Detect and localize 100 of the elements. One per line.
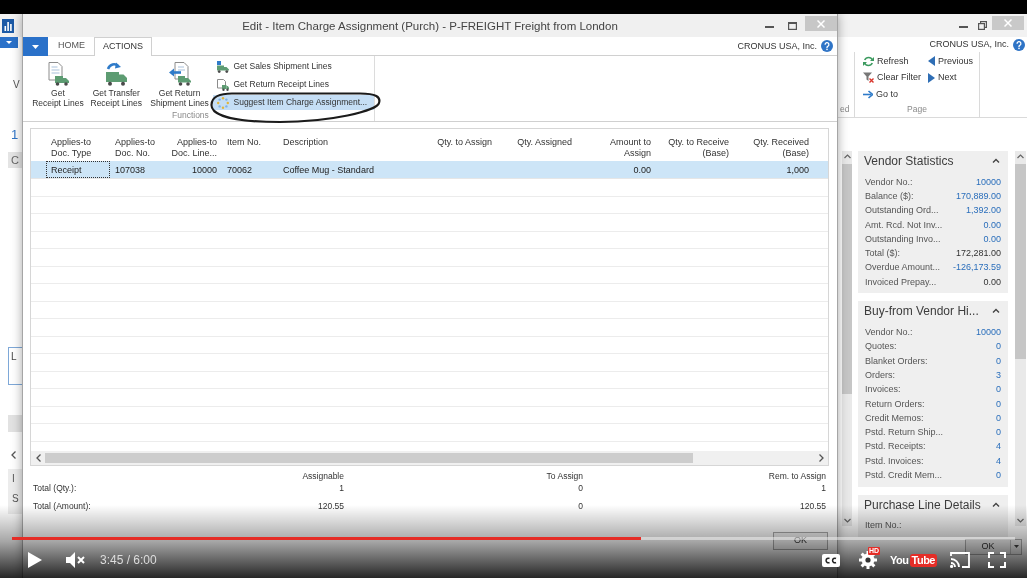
- ribbon-action[interactable]: Clear Filter: [863, 69, 921, 86]
- scrollbar-thumb[interactable]: [45, 453, 693, 463]
- app-logo-icon[interactable]: [2, 18, 14, 33]
- scrollbar-thumb[interactable]: [1015, 164, 1026, 359]
- table-cell-text: 70062: [226, 164, 254, 177]
- field-label: Amt. Rcd. Not Inv...: [865, 219, 943, 231]
- group-label: Functions: [172, 109, 209, 121]
- table-cell-text: 0.00: [632, 164, 652, 177]
- scrollbar-thumb[interactable]: [842, 164, 852, 394]
- total-value: 120.55: [318, 500, 344, 513]
- field-label: Outstanding Invo...: [865, 233, 941, 245]
- ribbon-button[interactable]: Get Receipt Lines: [31, 56, 85, 108]
- field-link[interactable]: 10000: [975, 176, 1001, 188]
- field-label: Credit Memos:: [865, 412, 924, 424]
- scroll-left-icon[interactable]: [35, 454, 41, 462]
- scroll-right-icon[interactable]: [818, 454, 824, 462]
- field-link[interactable]: 3: [996, 369, 1001, 381]
- column-header: Qty. to Receive (Base): [667, 136, 730, 160]
- ribbon-button[interactable]: Get Return Shipment Lines: [147, 56, 212, 108]
- field-label: Invoiced Prepay...: [865, 276, 937, 288]
- company-name: CRONUS USA, Inc.: [737, 40, 817, 52]
- total-value: 0: [578, 500, 583, 513]
- ribbon-action[interactable]: Go to: [863, 86, 898, 103]
- maximize-icon[interactable]: [788, 21, 797, 30]
- cut-text: S: [12, 493, 19, 505]
- field-link[interactable]: 0: [996, 427, 1001, 439]
- restore-icon[interactable]: [978, 21, 987, 30]
- menu-button[interactable]: [0, 37, 18, 48]
- ribbon-action[interactable]: Get Return Receipt Lines: [213, 77, 374, 92]
- filter-clear-icon: [863, 72, 874, 84]
- fullscreen-icon[interactable]: [988, 552, 1006, 568]
- total-label: Total (Qty.):: [33, 482, 77, 495]
- field-link[interactable]: 0: [996, 470, 1001, 481]
- scroll-down-icon[interactable]: [843, 518, 851, 523]
- field-label: Vendor No.:: [865, 176, 913, 188]
- scroll-down-icon[interactable]: [1017, 518, 1024, 523]
- field-value: 0.00: [983, 276, 1001, 288]
- scrollbar[interactable]: [1015, 151, 1026, 526]
- scroll-up-icon[interactable]: [843, 154, 851, 159]
- scrollbar[interactable]: [842, 151, 852, 526]
- table-cell-text: 1,000: [785, 164, 810, 177]
- cut-button[interactable]: C: [8, 152, 22, 168]
- chevron-up-icon[interactable]: [992, 158, 1000, 164]
- minimize-icon[interactable]: [765, 25, 774, 28]
- triangle-left-icon: [928, 56, 935, 67]
- help-icon[interactable]: [821, 40, 833, 52]
- ribbon-button[interactable]: Get Transfer Receipt Lines: [87, 56, 145, 108]
- chevron-left-icon[interactable]: [11, 451, 16, 459]
- field-link[interactable]: 0: [996, 341, 1001, 353]
- scroll-up-icon[interactable]: [1017, 154, 1024, 159]
- cut-text: I: [12, 473, 15, 485]
- column-header: Rem. to Assign: [768, 470, 826, 483]
- column-header: Item No.: [226, 136, 262, 149]
- column-header: Assignable: [302, 470, 344, 483]
- ribbon-action[interactable]: Suggest Item Charge Assignment...: [213, 95, 374, 110]
- time-display: 3:45 / 6:00: [100, 553, 157, 567]
- play-icon[interactable]: [28, 552, 42, 568]
- field-link[interactable]: 4: [996, 441, 1001, 453]
- field-link[interactable]: 1,392.00: [965, 205, 1001, 217]
- table-cell-text: Coffee Mug - Standard: [282, 164, 375, 177]
- field-link[interactable]: -126,173.59: [952, 262, 1001, 274]
- field-link[interactable]: 170,889.00: [955, 190, 1001, 202]
- field-link[interactable]: 4: [996, 455, 1001, 467]
- ribbon-action[interactable]: Get Sales Shipment Lines: [213, 59, 374, 74]
- field-link[interactable]: 10000: [975, 327, 1001, 338]
- triangle-right-icon: [928, 72, 935, 83]
- column-header: Qty. to Assign: [436, 136, 493, 149]
- column-header: Applies-to Doc. Line...: [170, 136, 218, 160]
- field-link[interactable]: 0: [996, 355, 1001, 367]
- field-label: Quotes:: [865, 341, 897, 353]
- field-label: Pstd. Receipts:: [865, 441, 926, 453]
- caret-down-icon: [6, 41, 12, 44]
- scrollbar[interactable]: [31, 451, 828, 465]
- field-link[interactable]: 0: [996, 384, 1001, 396]
- ribbon-action[interactable]: Previous: [928, 53, 973, 70]
- speaker-muted-icon[interactable]: [66, 552, 86, 568]
- chevron-up-icon[interactable]: [992, 308, 1000, 315]
- ribbon-tab[interactable]: HOME: [49, 37, 94, 55]
- field-link[interactable]: 0: [996, 398, 1001, 410]
- chevron-up-icon[interactable]: [992, 501, 1000, 508]
- ribbon-action[interactable]: Next: [928, 69, 957, 86]
- file-menu-button[interactable]: [23, 37, 48, 56]
- field-label: Invoices:: [865, 384, 901, 396]
- group-label: Page: [907, 103, 927, 115]
- minimize-icon[interactable]: [959, 25, 968, 28]
- field-link[interactable]: 0: [996, 412, 1001, 424]
- ok-button[interactable]: OK: [965, 538, 1022, 555]
- field-link[interactable]: 0.00: [983, 233, 1001, 245]
- table-row[interactable]: Receipt 107038 10000 70062 Coffee Mug - Standard 0.00 1,000: [31, 161, 828, 179]
- close-icon: [1004, 19, 1012, 27]
- field-link[interactable]: 0.00: [983, 219, 1001, 231]
- total-value: 1: [339, 482, 344, 495]
- document-truck-icon: [217, 78, 230, 91]
- ribbon-action[interactable]: Refresh: [863, 53, 909, 70]
- ribbon-tab[interactable]: ACTIONS: [94, 37, 152, 56]
- cast-icon[interactable]: [950, 552, 970, 568]
- column-header: Amount to Assign: [608, 136, 652, 160]
- help-icon[interactable]: [1013, 38, 1025, 51]
- field-label: Balance ($):: [865, 190, 914, 202]
- total-value: 0: [578, 482, 583, 495]
